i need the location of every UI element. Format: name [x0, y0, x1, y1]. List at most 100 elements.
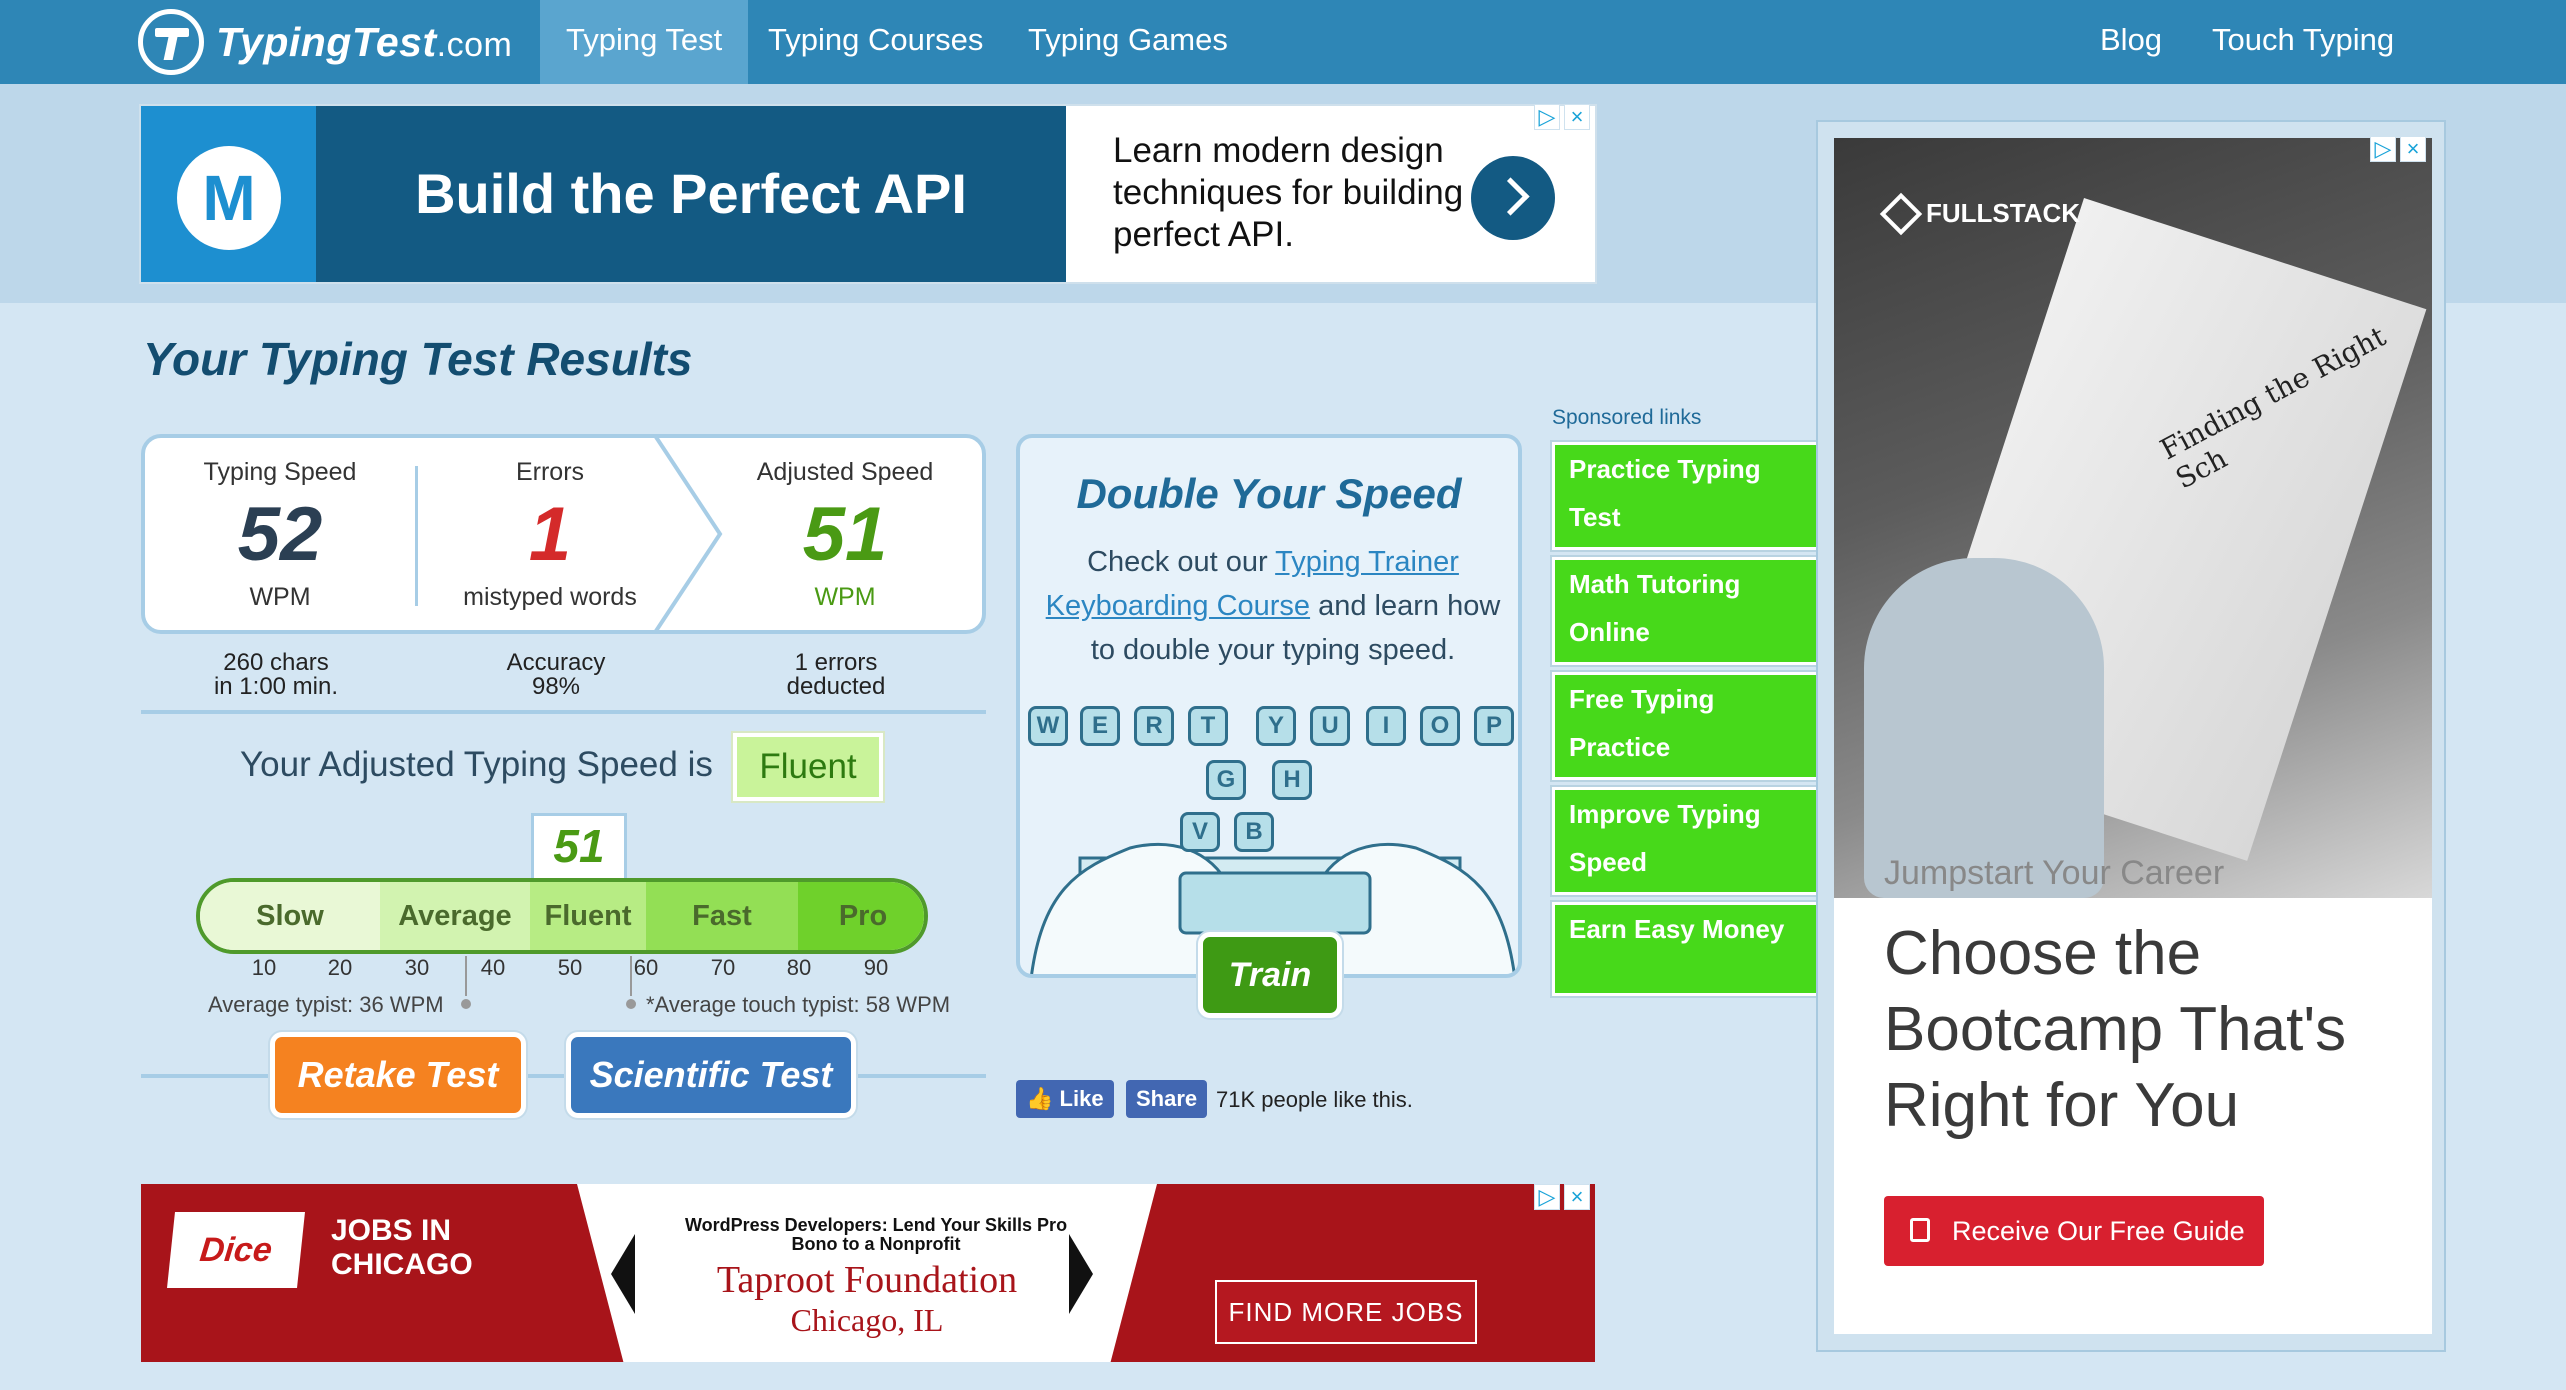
key-u: U [1310, 706, 1350, 746]
avg-typist-marker [465, 956, 467, 996]
typing-speed-label: Typing Speed [203, 458, 357, 486]
adchoices-icon[interactable]: ▷ [1534, 1184, 1560, 1210]
fb-like-button[interactable]: 👍 Like [1016, 1080, 1114, 1118]
adchoices-icon[interactable]: ▷ [1534, 104, 1560, 130]
top-navigation: TypingTest.com Typing Test Typing Course… [0, 0, 2566, 84]
dice-logo: Dice [167, 1212, 305, 1288]
nav-typing-test[interactable]: Typing Test [540, 0, 749, 84]
divider [141, 1074, 986, 1078]
fb-like-count: 71K people like this. [1216, 1087, 1413, 1112]
tick-label: 60 [633, 955, 659, 980]
tick-label: 40 [480, 955, 506, 980]
nav-touch-typing[interactable]: Touch Typing [2212, 0, 2394, 84]
person-image [1864, 558, 2104, 898]
sponsored-link[interactable]: Earn Easy Money [1552, 902, 1820, 996]
keyboarding-course-link[interactable]: Keyboarding Course [1046, 590, 1310, 622]
job-title: WordPress Developers: Lend Your Skills P… [684, 1215, 1068, 1254]
key-i: I [1366, 706, 1406, 746]
top-banner-ad[interactable]: M Build the Perfect API Learn modern des… [141, 106, 1595, 282]
adjusted-speed-label: Adjusted Speed [756, 458, 934, 486]
thumbs-up-icon: 👍 [1026, 1086, 1054, 1111]
errors-unit: mistyped words [463, 583, 637, 611]
nav-blog[interactable]: Blog [2100, 0, 2162, 84]
sponsored-link[interactable]: Practice Typing Test [1552, 442, 1820, 550]
ad-headline: Choose the Bootcamp That's Right for You [1884, 919, 2347, 1140]
errors-value: 1 [528, 492, 572, 577]
fullstack-logo: FULLSTACK [1879, 192, 2080, 235]
key-p: P [1474, 706, 1514, 746]
tick-label: 70 [710, 955, 736, 980]
segment-slow: Slow [200, 882, 380, 950]
key-y: Y [1256, 706, 1296, 746]
segment-pro: Pro [798, 882, 924, 950]
close-icon[interactable]: × [2400, 136, 2426, 162]
sponsored-link[interactable]: Math Tutoring Online [1552, 557, 1820, 665]
side-ad[interactable]: Finding the Right Sch FULLSTACK Jumpstar… [1816, 120, 2446, 1352]
adjusted-speed-value: 51 [802, 492, 888, 577]
divider [415, 466, 418, 606]
key-w: W [1028, 706, 1068, 746]
tick-label: 50 [557, 955, 583, 980]
retake-test-button[interactable]: Retake Test [270, 1032, 526, 1118]
key-h: H [1272, 760, 1312, 800]
tick-label: 90 [863, 955, 889, 980]
adjusted-speed-stat: Adjusted Speed 51 WPM [725, 458, 965, 612]
segment-average: Average [380, 882, 530, 950]
segment-fluent: Fluent [530, 882, 646, 950]
close-icon[interactable]: × [1564, 104, 1590, 130]
avg-touch-label: *Average touch typist: 58 WPM [646, 992, 951, 1017]
ad-choices[interactable]: ▷ × [1534, 104, 1590, 130]
double-speed-panel: Double Your Speed Check out our Typing T… [1016, 434, 1522, 978]
nav-typing-games[interactable]: Typing Games [1028, 0, 1228, 84]
adjusted-speed-unit: WPM [814, 583, 876, 611]
double-speed-copy: Check out our Typing Trainer Keyboarding… [1045, 546, 1501, 666]
nav-typing-courses[interactable]: Typing Courses [768, 0, 983, 84]
tick-label: 20 [327, 955, 353, 980]
free-guide-button[interactable]: Receive Our Free Guide [1884, 1196, 2264, 1266]
ad-headline: Build the Perfect API [316, 106, 1066, 282]
train-button[interactable]: Train [1198, 932, 1342, 1018]
segment-fast: Fast [646, 882, 798, 950]
mulesoft-logo-icon: M [141, 106, 316, 282]
job-org: Taproot Foundation [716, 1259, 1018, 1301]
find-more-jobs-button[interactable]: FIND MORE JOBS [1215, 1280, 1477, 1344]
errors-stat: Errors 1 mistyped words [445, 458, 655, 612]
jobs-in-chicago: JOBS IN CHICAGO [331, 1214, 473, 1281]
close-icon[interactable]: × [1564, 1184, 1590, 1210]
job-location: Chicago, IL [790, 1302, 944, 1338]
page-title: Your Typing Test Results [143, 333, 693, 385]
key-r: R [1134, 706, 1174, 746]
key-b: B [1234, 812, 1274, 852]
adchoices-icon[interactable]: ▷ [2370, 136, 2396, 162]
logo-suffix: .com [436, 25, 513, 64]
ad-choices[interactable]: ▷ × [1534, 1184, 1590, 1210]
avg-typist-label: Average typist: 36 WPM [208, 992, 444, 1017]
sponsored-link[interactable]: Improve Typing Speed [1552, 787, 1820, 895]
accuracy-info: Accuracy 98% [506, 649, 606, 700]
speed-pointer: 51 [531, 813, 627, 881]
key-g: G [1206, 760, 1246, 800]
tick-label: 30 [404, 955, 430, 980]
bottom-banner-ad[interactable]: Dice JOBS IN CHICAGO WordPress Developer… [141, 1184, 1595, 1362]
site-logo[interactable]: TypingTest.com [138, 4, 512, 80]
ad-arrow-icon[interactable] [1471, 156, 1555, 240]
errors-label: Errors [515, 458, 585, 486]
ad-choices[interactable]: ▷ × [2370, 136, 2426, 162]
ad-subhead: Jumpstart Your Career [1884, 854, 2225, 892]
download-icon [1910, 1218, 1930, 1242]
chevron-divider-icon [652, 434, 723, 634]
speed-meter: Slow Average Fluent Fast Pro [196, 878, 928, 954]
fb-share-button[interactable]: Share [1126, 1080, 1208, 1118]
errors-deducted-info: 1 errors deducted [786, 649, 886, 700]
logo-icon [138, 9, 204, 75]
scientific-test-button[interactable]: Scientific Test [566, 1032, 856, 1118]
avg-typist-dot [461, 999, 471, 1009]
divider [141, 710, 986, 714]
typing-speed-unit: WPM [249, 583, 311, 611]
level-badge: Fluent [733, 733, 883, 801]
typing-trainer-link[interactable]: Typing Trainer [1275, 546, 1459, 578]
tick-label: 10 [251, 955, 277, 980]
sponsored-link[interactable]: Free Typing Practice [1552, 672, 1820, 780]
key-t: T [1188, 706, 1228, 746]
key-e: E [1080, 706, 1120, 746]
